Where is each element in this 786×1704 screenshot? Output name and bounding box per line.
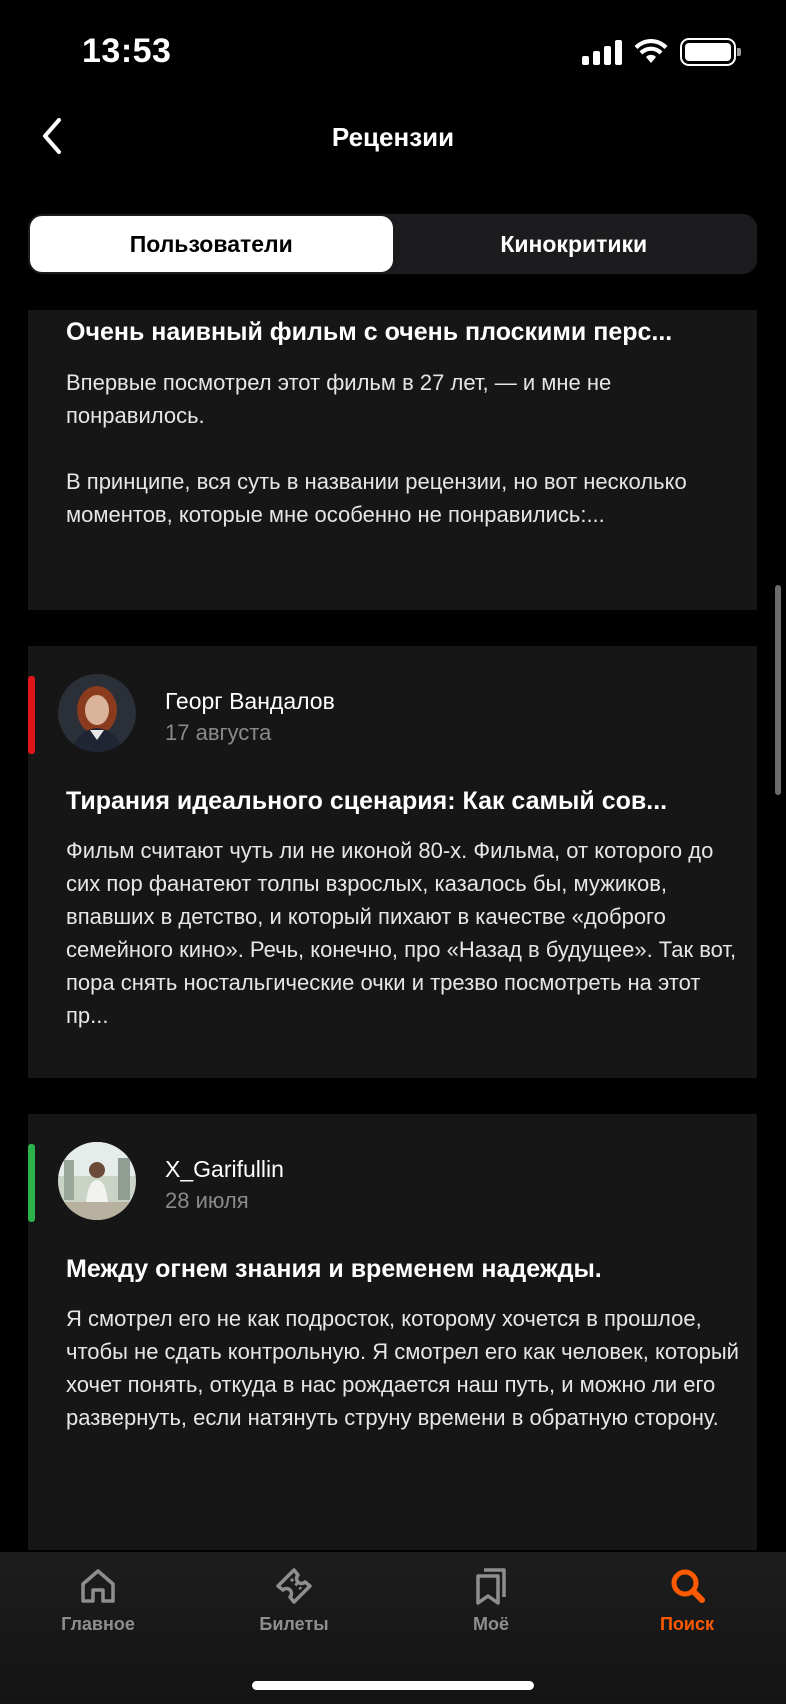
review-date: 17 августа <box>165 720 272 745</box>
review-card[interactable]: Очень наивный фильм с очень плоскими пер… <box>28 310 757 610</box>
tab-label: Билеты <box>259 1614 329 1634</box>
reviews-source-segmented-control: Пользователи Кинокритики <box>28 214 757 274</box>
author-name[interactable]: Георг Вандалов <box>165 688 335 715</box>
battery-icon <box>680 38 741 66</box>
cellular-signal-icon <box>582 39 622 65</box>
tab-label: Поиск <box>659 1614 715 1634</box>
negative-sentiment-marker <box>28 676 35 754</box>
status-time: 13:53 <box>82 32 172 70</box>
tab-search[interactable]: Поиск <box>617 1566 757 1656</box>
review-title: Тирания идеального сценария: Как самый с… <box>66 787 668 815</box>
author-name[interactable]: X_Garifullin <box>165 1156 284 1183</box>
segment-users[interactable]: Пользователи <box>30 216 393 272</box>
status-bar: 13:53 <box>0 0 786 100</box>
tab-label: Главное <box>61 1614 135 1634</box>
home-indicator[interactable] <box>252 1681 534 1690</box>
avatar[interactable] <box>58 1142 136 1220</box>
tab-my[interactable]: Моё <box>421 1566 561 1656</box>
segment-critics[interactable]: Кинокритики <box>393 216 756 272</box>
review-card[interactable]: X_Garifullin 28 июля Между огнем знания … <box>28 1114 757 1550</box>
review-body: Фильм считают чуть ли не иконой 80-х. Фи… <box>66 838 737 1028</box>
review-title: Между огнем знания и временем надежды. <box>66 1255 602 1283</box>
header: Рецензии <box>0 100 786 180</box>
review-body: Впервые посмотрел этот фильм в 27 лет, —… <box>66 370 687 527</box>
wifi-icon <box>634 39 668 63</box>
positive-sentiment-marker <box>28 1144 35 1222</box>
review-body: Я смотрел его не как подросток, которому… <box>66 1306 739 1430</box>
review-date: 28 июля <box>165 1188 249 1213</box>
avatar[interactable] <box>58 674 136 752</box>
scrollbar[interactable] <box>775 585 781 795</box>
home-icon <box>81 1569 115 1603</box>
ticket-icon <box>276 1568 312 1604</box>
page-title: Рецензии <box>331 122 455 152</box>
bookmark-icon <box>476 1568 506 1605</box>
review-card[interactable]: Георг Вандалов 17 августа Тирания идеаль… <box>28 646 757 1078</box>
review-title: Очень наивный фильм с очень плоскими пер… <box>66 318 673 346</box>
tab-tickets[interactable]: Билеты <box>224 1566 364 1656</box>
reviews-feed: Очень наивный фильм с очень плоскими пер… <box>0 310 786 1550</box>
search-icon <box>671 1569 705 1603</box>
tab-label: Моё <box>473 1614 509 1634</box>
status-icons <box>582 38 741 66</box>
tab-home[interactable]: Главное <box>28 1566 168 1656</box>
